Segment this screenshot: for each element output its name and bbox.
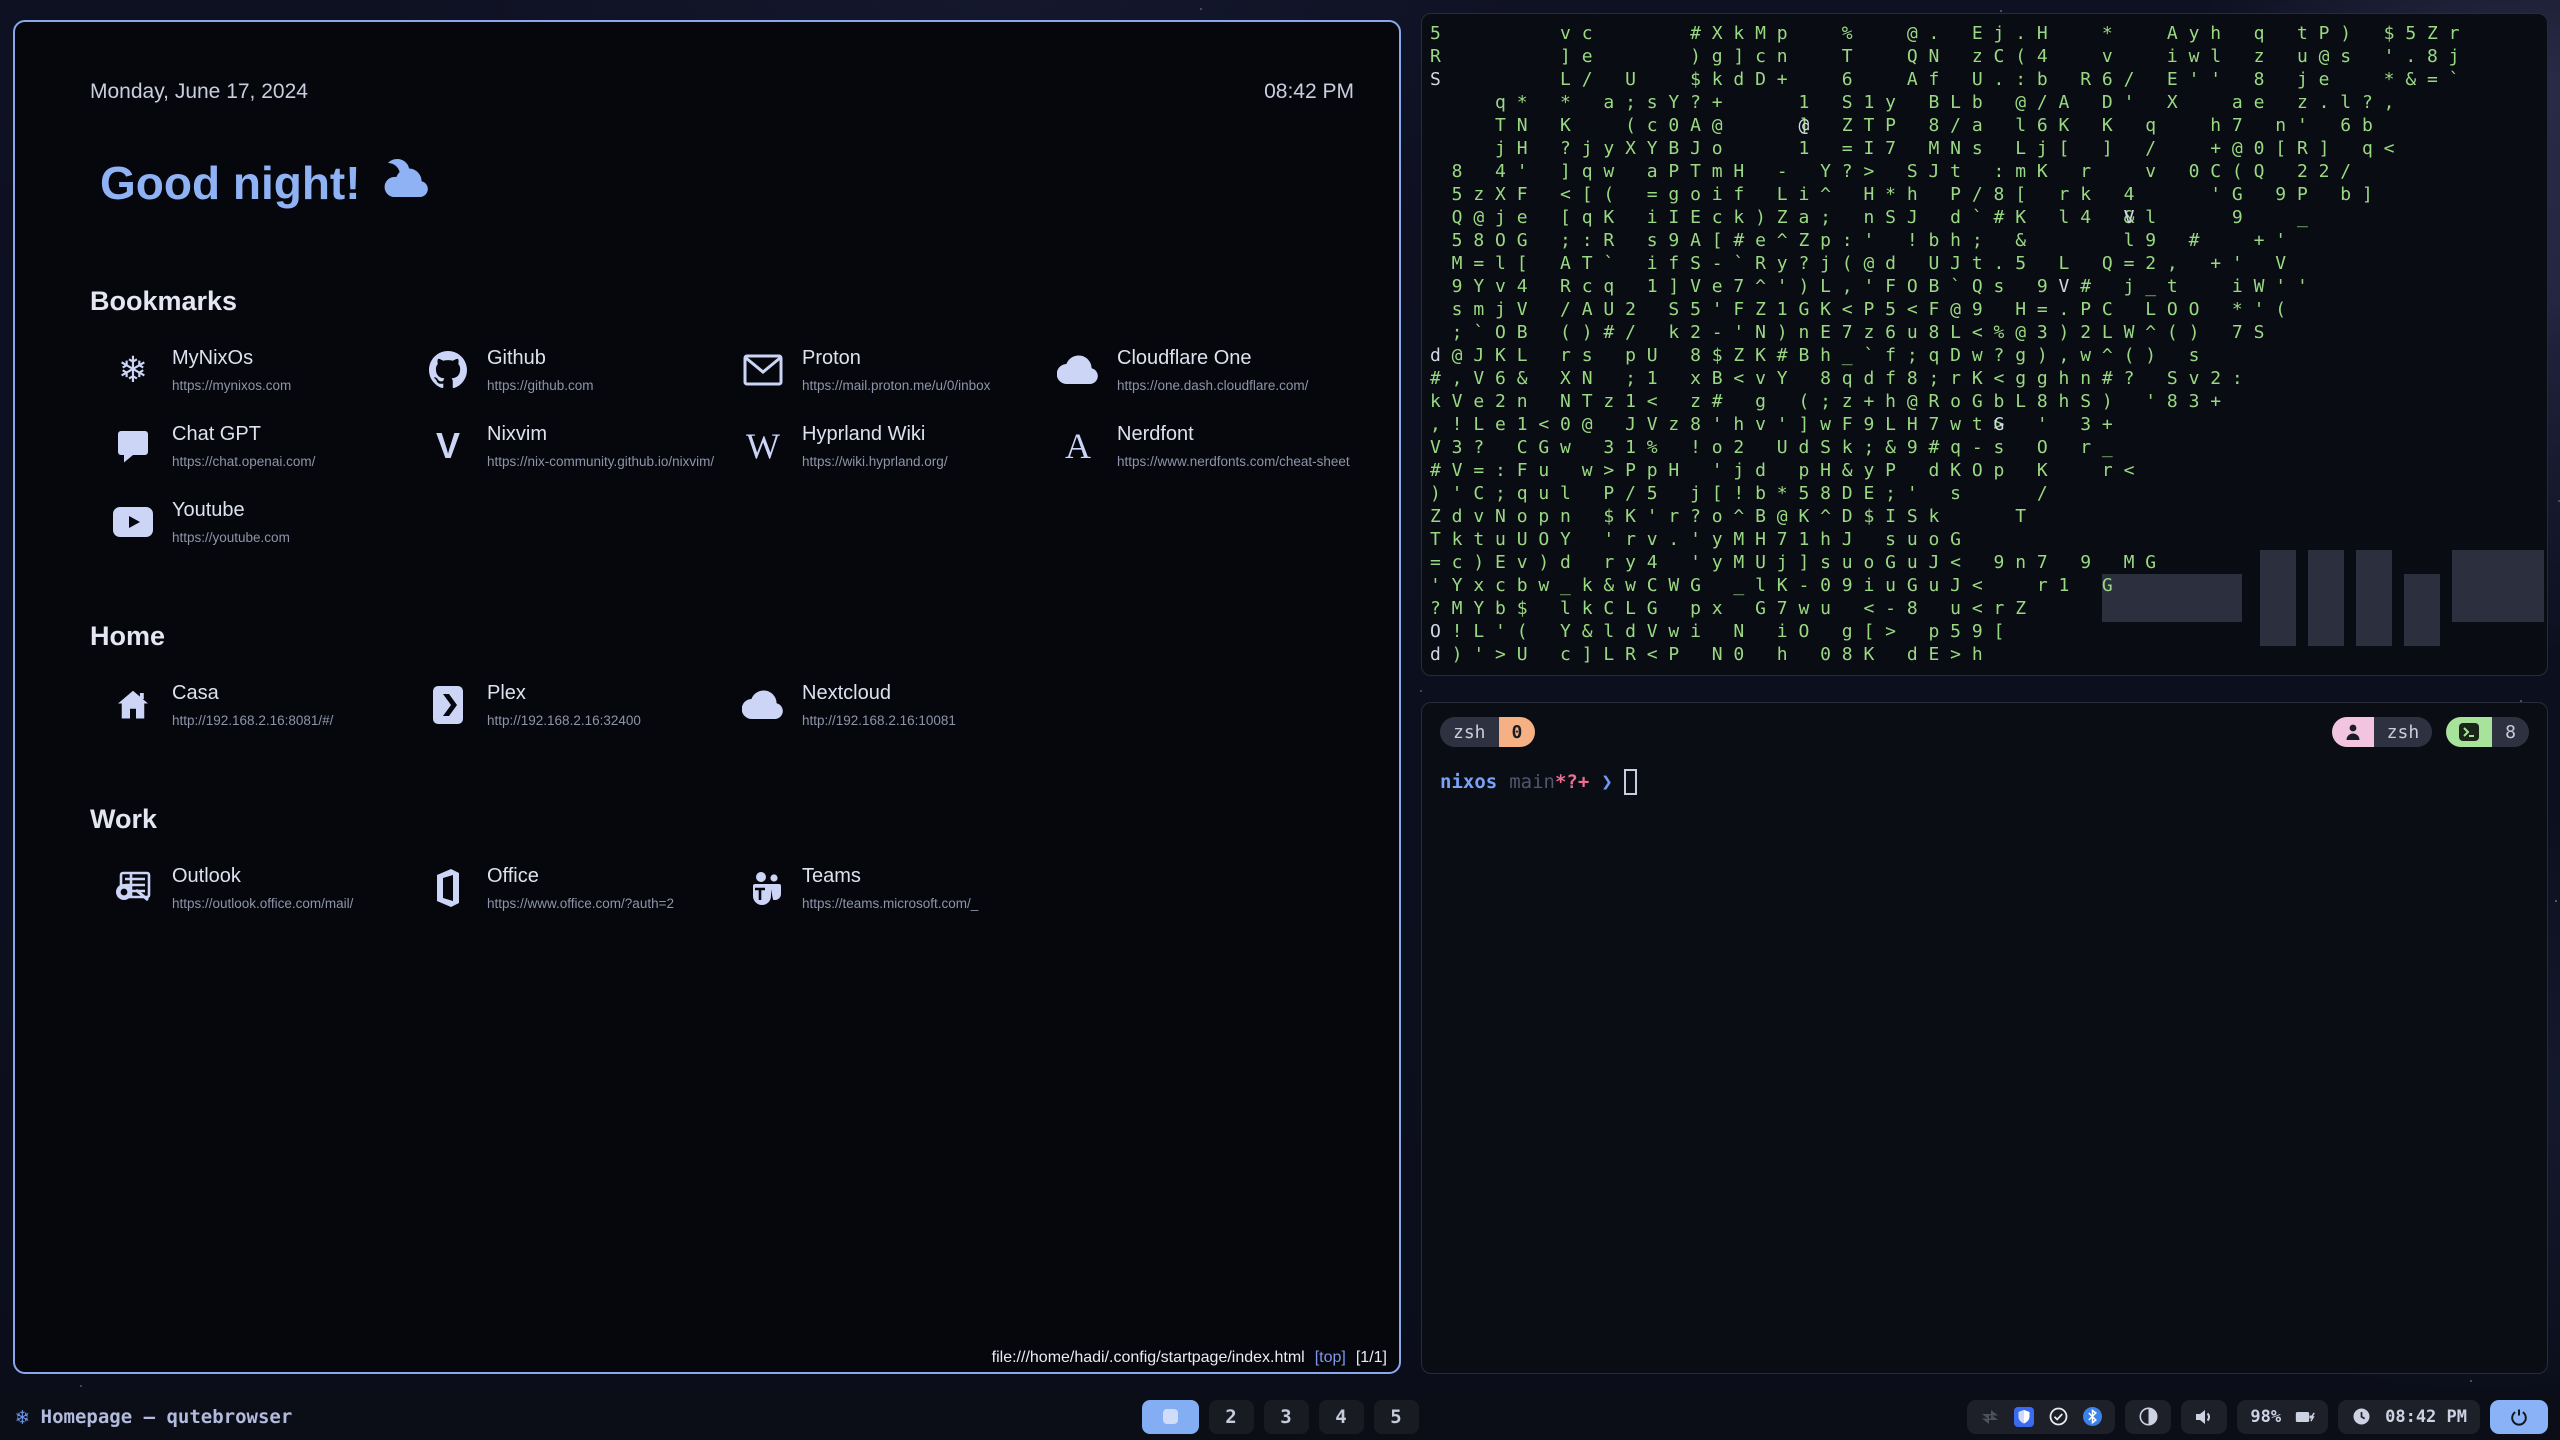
prompt-git-status: *?+ [1555, 771, 1589, 793]
zellij-tab-bar: zsh 0 zsh 8 [1422, 703, 2547, 747]
clock-time: 08:42 PM [2385, 1407, 2467, 1427]
shell-terminal-window: zsh 0 zsh 8 nixos main *?+ ❯ [1421, 702, 2548, 1374]
active-workspace-dot [1163, 1409, 1178, 1424]
statusbar-url: file:///home/hadi/.config/startpage/inde… [992, 1349, 1305, 1367]
bookmark-teams[interactable]: Teams https://teams.microsoft.com/_ [740, 865, 1055, 911]
github-icon [425, 347, 471, 393]
battery-charging-icon [2295, 1407, 2315, 1427]
office-icon [425, 865, 471, 911]
terminal-cursor[interactable] [1624, 769, 1637, 795]
cloud-icon [1055, 347, 1101, 393]
work-grid: Outlook https://outlook.office.com/mail/… [110, 865, 1354, 911]
night-light-toggle[interactable] [2125, 1400, 2171, 1434]
tab-label: zsh [1440, 717, 1499, 747]
qutebrowser-statusbar: file:///home/hadi/.config/startpage/inde… [992, 1349, 1387, 1367]
cloud-icon [740, 682, 786, 728]
statusbar-scroll-position: [top] [1315, 1349, 1346, 1367]
power-icon [2509, 1407, 2529, 1427]
bookmark-hyprland-wiki[interactable]: W Hyprland Wiki https://wiki.hyprland.or… [740, 423, 1055, 469]
matrix-rain-highlight-text: S @ V V d [1430, 22, 2134, 666]
statusbar-tab-counter: [1/1] [1356, 1349, 1387, 1367]
bookmark-outlook[interactable]: Outlook https://outlook.office.com/mail/ [110, 865, 425, 911]
pane-count: 8 [2492, 717, 2529, 747]
shield-icon[interactable] [2014, 1407, 2034, 1427]
matrix-column-highlight [2452, 550, 2544, 622]
half-moon-icon [2138, 1407, 2158, 1427]
qutebrowser-window: Monday, June 17, 2024 08:42 PM Good nigh… [13, 20, 1401, 1374]
house-icon [110, 682, 156, 728]
user-icon [2332, 717, 2374, 747]
clock-module[interactable]: 08:42 PM [2338, 1400, 2480, 1434]
active-window-title: Homepage — qutebrowser [41, 1406, 293, 1428]
taskbar: ❄ Homepage — qutebrowser 2 3 4 5 [0, 1393, 2560, 1440]
battery-module[interactable]: 98% [2237, 1400, 2328, 1434]
startpage-date: Monday, June 17, 2024 [90, 80, 308, 104]
home-grid: Casa http://192.168.2.16:8081/#/ Plex ht… [110, 682, 1354, 728]
prompt-arrow: ❯ [1601, 771, 1612, 793]
serif-a-icon: A [1055, 423, 1101, 469]
tab-zsh[interactable]: zsh 0 [1440, 717, 1535, 747]
bookmark-youtube[interactable]: Youtube https://youtube.com [110, 499, 425, 545]
session-indicator[interactable]: zsh [2332, 717, 2433, 747]
workspace-4[interactable]: 4 [1319, 1400, 1364, 1434]
bluetooth-icon[interactable] [2082, 1407, 2102, 1427]
bookmark-office[interactable]: Office https://www.office.com/?auth=2 [425, 865, 740, 911]
power-button[interactable] [2490, 1400, 2548, 1434]
workspace-2[interactable]: 2 [1209, 1400, 1254, 1434]
prompt-host: nixos [1440, 771, 1497, 793]
teams-icon [740, 865, 786, 911]
chat-bubble-icon [110, 423, 156, 469]
bookmark-nerdfont[interactable]: A Nerdfont https://www.nerdfonts.com/che… [1055, 423, 1370, 469]
outlook-icon [110, 865, 156, 911]
prompt-git-branch: main [1509, 771, 1555, 793]
speaker-icon [2194, 1407, 2214, 1427]
check-circle-icon[interactable] [2048, 1407, 2068, 1427]
cmatrix-terminal-window: 5 v c # X k M p % @ . E j . H * A y h q … [1421, 13, 2548, 676]
section-title-work: Work [90, 804, 1354, 835]
startpage-time: 08:42 PM [1264, 80, 1354, 104]
section-title-home: Home [90, 621, 1354, 652]
clock-icon [2351, 1407, 2371, 1427]
nix-snowflake-icon: ❄ [110, 347, 156, 393]
bookmark-mynixos[interactable]: ❄ MyNixOs https://mynixos.com [110, 347, 425, 393]
bookmarks-grid: ❄ MyNixOs https://mynixos.com Github htt… [110, 347, 1354, 545]
bookmark-github[interactable]: Github https://github.com [425, 347, 740, 393]
bookmark-cloudflare[interactable]: Cloudflare One https://one.dash.cloudfla… [1055, 347, 1370, 393]
workspace-switcher: 2 3 4 5 [1142, 1400, 1419, 1434]
wiki-w-icon: W [740, 423, 786, 469]
terminal-icon [2446, 717, 2492, 747]
bookmark-casa[interactable]: Casa http://192.168.2.16:8081/#/ [110, 682, 425, 728]
greeting: Good night! [100, 156, 1354, 210]
battery-percent: 98% [2250, 1407, 2281, 1427]
workspace-5[interactable]: 5 [1374, 1400, 1419, 1434]
bookmark-nixvim[interactable]: V Nixvim https://nix-community.github.io… [425, 423, 740, 469]
pane-counter[interactable]: 8 [2446, 717, 2529, 747]
kdeconnect-icon[interactable] [1980, 1407, 2000, 1427]
section-title-bookmarks: Bookmarks [90, 286, 1354, 317]
nix-snowflake-icon: ❄ [16, 1405, 29, 1429]
system-tray [1967, 1400, 2115, 1434]
workspace-1-active[interactable] [1142, 1400, 1199, 1434]
plex-icon [425, 682, 471, 728]
mail-icon [740, 347, 786, 393]
vim-v-icon: V [425, 423, 471, 469]
taskbar-window-title-module: ❄ Homepage — qutebrowser [16, 1405, 292, 1429]
youtube-icon [110, 499, 156, 545]
tab-index-badge: 0 [1499, 717, 1536, 747]
bookmark-nextcloud[interactable]: Nextcloud http://192.168.2.16:10081 [740, 682, 1055, 728]
moon-cloud-icon [375, 156, 431, 210]
bookmark-plex[interactable]: Plex http://192.168.2.16:32400 [425, 682, 740, 728]
bookmark-chatgpt[interactable]: Chat GPT https://chat.openai.com/ [110, 423, 425, 469]
bookmark-proton[interactable]: Proton https://mail.proton.me/u/0/inbox [740, 347, 1055, 393]
session-label: zsh [2374, 717, 2433, 747]
taskbar-right-modules: 98% 08:42 PM [1967, 1400, 2548, 1434]
workspace-3[interactable]: 3 [1264, 1400, 1309, 1434]
shell-prompt: nixos main *?+ ❯ [1440, 769, 2547, 795]
volume-module[interactable] [2181, 1400, 2227, 1434]
